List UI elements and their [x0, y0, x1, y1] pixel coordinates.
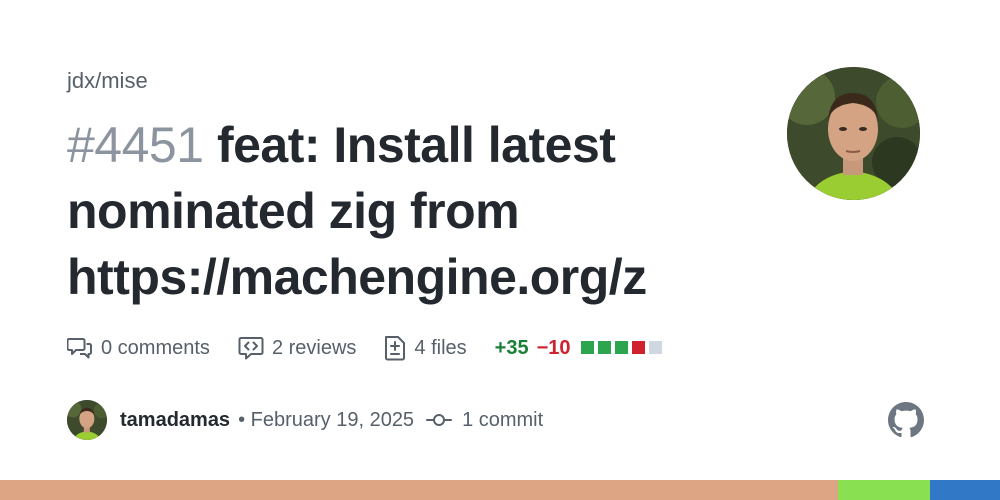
- files-stat[interactable]: 4 files: [384, 335, 467, 361]
- language-segment: [838, 480, 930, 500]
- avatar-photo: [787, 67, 920, 200]
- code-review-icon: [238, 337, 264, 360]
- deletions-count: −10: [536, 336, 571, 359]
- pr-title[interactable]: #4451 feat: Install latest nominated zig…: [67, 112, 767, 310]
- diff-square: [631, 340, 645, 354]
- author-avatar-small[interactable]: [67, 400, 107, 440]
- comments-stat[interactable]: 0 comments: [67, 336, 210, 360]
- pr-stats: 0 comments 2 reviews 4 files +35 −10: [67, 333, 666, 363]
- reviews-count: 2 reviews: [271, 336, 357, 359]
- commit-count[interactable]: 1 commit: [462, 409, 543, 432]
- reviews-stat[interactable]: 2 reviews: [238, 336, 356, 360]
- git-commit-icon: [426, 414, 453, 426]
- language-segment: [930, 480, 1000, 500]
- diff-square: [580, 340, 594, 354]
- comment-discussion-icon: [67, 338, 92, 359]
- diff-square: [597, 340, 611, 354]
- pr-number: #4451: [67, 117, 204, 173]
- diff-square: [614, 340, 628, 354]
- author-avatar-large[interactable]: [787, 67, 920, 200]
- github-mark-icon[interactable]: [888, 402, 924, 438]
- avatar-photo-small: [67, 400, 107, 440]
- author-row: tamadamas • February 19, 2025 1 commit: [67, 400, 543, 440]
- comments-count: 0 comments: [101, 336, 210, 359]
- language-bar: [0, 480, 1000, 500]
- additions-count: +35: [494, 336, 529, 359]
- repo-name[interactable]: jdx/mise: [67, 68, 148, 94]
- language-segment: [0, 480, 838, 500]
- files-count: 4 files: [414, 336, 467, 359]
- pr-preview-card: jdx/mise #4451 feat: Install latest nomi…: [0, 0, 1000, 500]
- diff-stat-squares: [580, 337, 666, 360]
- file-diff-icon: [385, 336, 406, 361]
- pr-date: • February 19, 2025: [238, 408, 415, 431]
- author-name[interactable]: tamadamas: [120, 409, 230, 432]
- diff-square: [648, 340, 662, 354]
